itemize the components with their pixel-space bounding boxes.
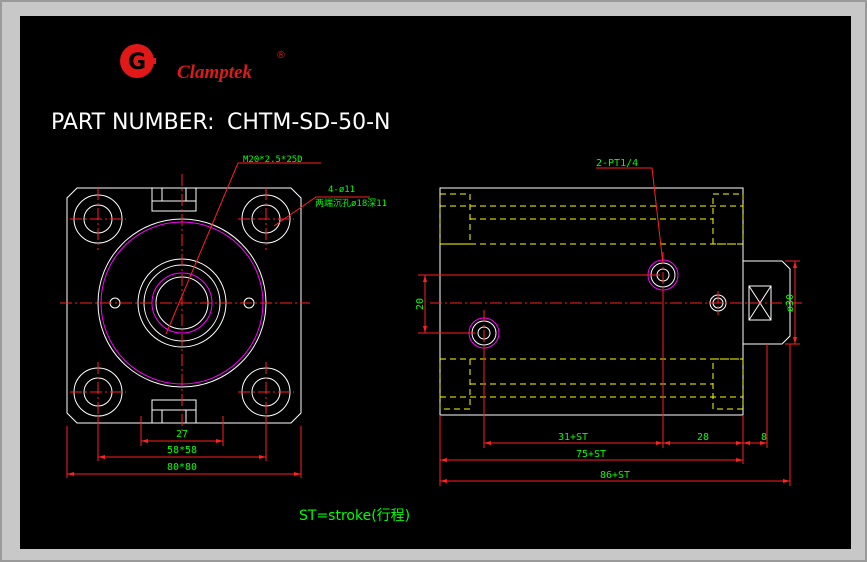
stroke-note: ST=stroke(行程) — [299, 508, 410, 524]
registered-mark: ® — [276, 50, 286, 61]
dim-86st-text: 86+ST — [600, 470, 630, 481]
dim-20-text: 20 — [415, 298, 426, 310]
front-dimension-lines — [66, 162, 370, 478]
thread-leader — [165, 162, 321, 335]
cad-window-frame: G Clamptek ® PART NUMBER: CHTM-SD-50-N M… — [0, 0, 867, 562]
dim-31st-text: 31+ST — [558, 432, 588, 443]
part-number-label: PART NUMBER: — [51, 110, 215, 135]
dim-75st-text: 75+ST — [576, 449, 606, 460]
dim-d30-text: ø30 — [785, 294, 796, 312]
front-bottom-slot — [151, 409, 197, 423]
front-bottom-slot-base — [151, 399, 197, 411]
logo-mark: G — [128, 50, 146, 75]
dim-28-text: 28 — [697, 432, 709, 443]
side-body-outline — [439, 187, 744, 416]
port-leader — [596, 167, 664, 265]
front-top-slot — [151, 188, 197, 202]
dim-8-text: 8 — [761, 432, 767, 443]
front-top-slot-base — [151, 200, 197, 212]
drawing-canvas: G Clamptek ® PART NUMBER: CHTM-SD-50-N M… — [20, 16, 851, 549]
dim-27-text: 27 — [176, 429, 188, 440]
dim-58-text: 58*58 — [167, 445, 197, 456]
clamptek-logo: G Clamptek ® — [120, 44, 286, 83]
cad-drawing: G Clamptek ® PART NUMBER: CHTM-SD-50-N M… — [51, 44, 805, 524]
side-view — [439, 187, 791, 416]
holes-counterbore-annotation: 两端沉孔ø18深11 — [315, 197, 387, 209]
brand-name: Clamptek — [177, 62, 252, 83]
thread-annotation: M20*2.5*25D — [243, 155, 303, 165]
side-hidden-lines — [439, 193, 744, 410]
side-dim-arrows — [423, 261, 797, 483]
port-annotation: 2-PT1/4 — [596, 158, 638, 169]
front-centerlines — [60, 174, 310, 434]
part-number-value: CHTM-SD-50-N — [227, 110, 391, 135]
holes-count-annotation: 4-ø11 — [328, 185, 355, 195]
dim-80-text: 80*80 — [167, 462, 197, 473]
